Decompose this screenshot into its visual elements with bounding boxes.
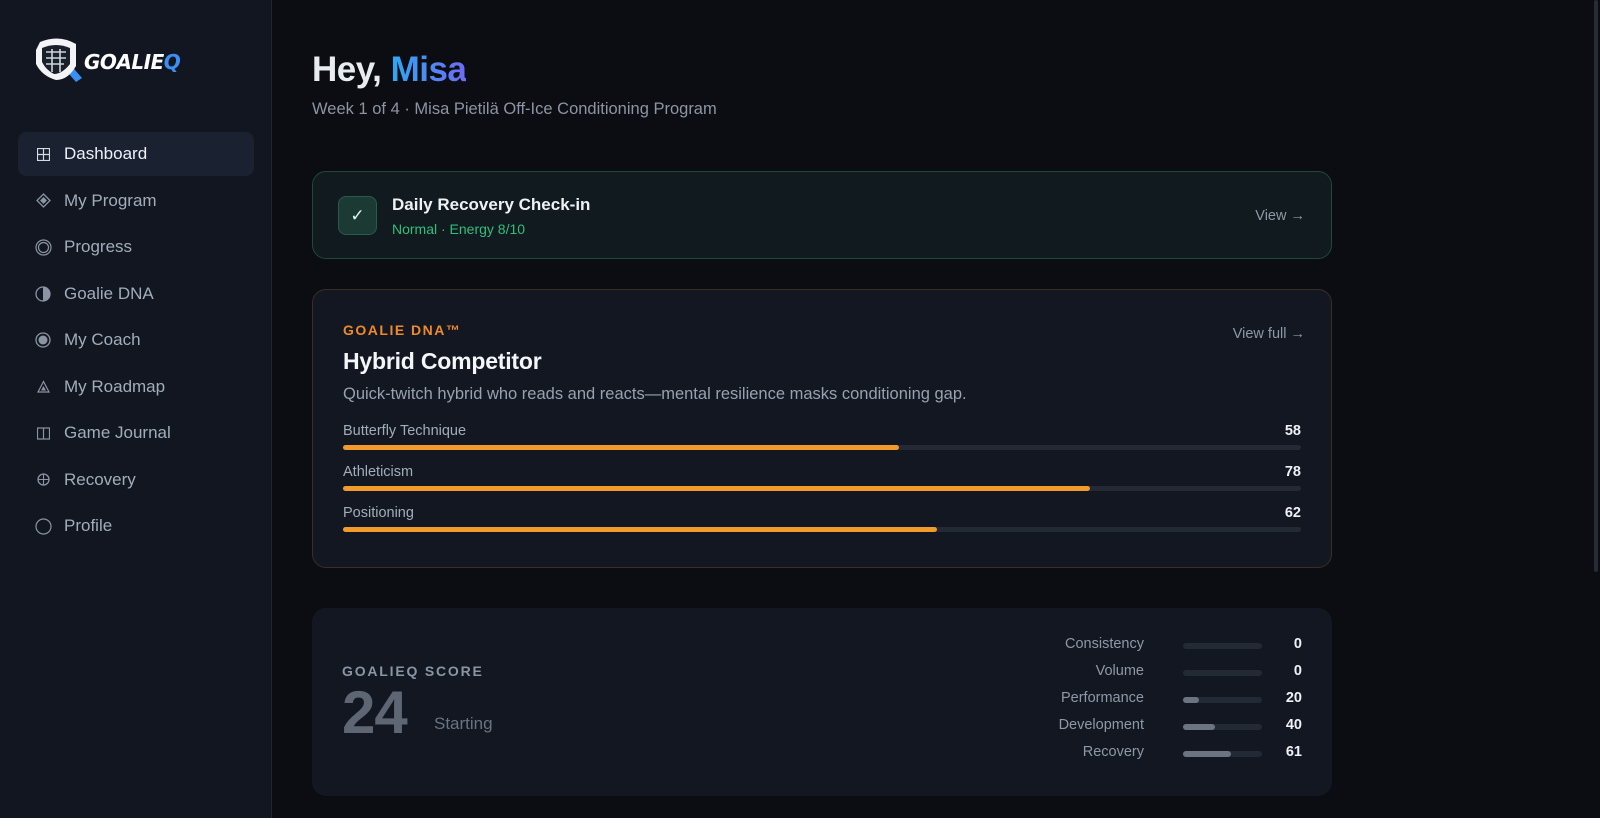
- sidebar-item-label: Progress: [64, 237, 133, 256]
- dna-profile-title: Hybrid Competitor: [343, 348, 542, 374]
- score-metrics: Consistency 0 Volume 0 Performance 20 De…: [1002, 635, 1302, 770]
- metric-bar-fill: [1183, 697, 1199, 703]
- sidebar-item-my-roadmap[interactable]: My Roadmap: [18, 365, 254, 409]
- trait-bar-fill: [343, 445, 899, 450]
- metric-row: Development 40: [1002, 716, 1302, 743]
- metric-value: 20: [1285, 690, 1302, 706]
- sidebar-item-label: My Coach: [64, 330, 141, 349]
- recovery-icon: [34, 471, 52, 489]
- trait-bar-fill: [343, 527, 937, 532]
- metric-bar-track: [1183, 697, 1262, 703]
- metric-name: Recovery: [1082, 744, 1144, 760]
- trait-bar-fill: [343, 486, 1091, 491]
- trait-bar-track: [343, 445, 1301, 450]
- checkin-status: Normal · Energy 8/10: [392, 221, 526, 237]
- checkmark-icon: ✓: [338, 196, 377, 235]
- dna-view-full-link[interactable]: View full →: [1233, 326, 1305, 342]
- sidebar-nav: Dashboard My Program Progress Goalie DNA…: [18, 132, 254, 551]
- checkin-view-link[interactable]: View →: [1255, 208, 1305, 224]
- dna-description: Quick-twitch hybrid who reads and reacts…: [343, 385, 967, 403]
- metric-bar-track: [1183, 724, 1262, 730]
- trait-bar-track: [343, 486, 1301, 491]
- metric-value: 40: [1285, 717, 1302, 733]
- sidebar: GOALIEQ Dashboard My Program Progress Go…: [0, 0, 272, 818]
- metric-name: Volume: [1095, 663, 1144, 679]
- recovery-checkin-card[interactable]: ✓ Daily Recovery Check-in Normal · Energ…: [312, 171, 1332, 259]
- trait-value: 62: [1284, 505, 1301, 521]
- metric-value: 61: [1285, 744, 1302, 760]
- profile-icon: [34, 517, 52, 535]
- program-subtitle: Week 1 of 4 · Misa Pietilä Off-Ice Condi…: [312, 100, 717, 118]
- grid-icon: [34, 145, 52, 163]
- score-value: 24: [342, 679, 408, 746]
- trait-name: Positioning: [343, 505, 414, 521]
- sidebar-item-label: Goalie DNA: [64, 283, 154, 303]
- sidebar-item-my-program[interactable]: My Program: [18, 179, 254, 223]
- metric-value: 0: [1293, 636, 1302, 652]
- journal-icon: [34, 424, 52, 442]
- metric-row: Performance 20: [1002, 689, 1302, 716]
- sidebar-item-profile[interactable]: Profile: [18, 504, 254, 548]
- metric-value: 0: [1293, 663, 1302, 679]
- scrollbar-thumb[interactable]: [1594, 0, 1598, 572]
- sidebar-item-label: Recovery: [64, 469, 136, 489]
- user-name: Misa: [390, 50, 467, 89]
- triangle-icon: [34, 378, 52, 396]
- dna-section-label: GOALIE DNA™: [343, 322, 462, 338]
- metric-name: Performance: [1060, 690, 1144, 706]
- half-circle-icon: [34, 285, 52, 303]
- sidebar-item-label: My Roadmap: [64, 376, 166, 396]
- goalieq-score-card: GOALIEQ SCORE 24 Starting Consistency 0 …: [312, 608, 1332, 796]
- diamond-icon: [34, 192, 52, 210]
- checkin-title: Daily Recovery Check-in: [392, 195, 591, 214]
- sidebar-item-my-coach[interactable]: My Coach: [18, 318, 254, 362]
- metric-bar-track: [1183, 643, 1262, 649]
- metric-row: Consistency 0: [1002, 635, 1302, 662]
- ring-icon: [34, 238, 52, 256]
- sidebar-item-label: My Program: [64, 190, 157, 210]
- sidebar-item-game-journal[interactable]: Game Journal: [18, 411, 254, 455]
- goalie-mask-icon: [32, 36, 86, 86]
- sidebar-item-label: Profile: [64, 516, 113, 535]
- goalie-dna-card: GOALIE DNA™ View full → Hybrid Competito…: [312, 289, 1332, 568]
- trait-value: 78: [1284, 464, 1301, 480]
- metric-row: Recovery 61: [1002, 743, 1302, 770]
- metric-name: Development: [1058, 717, 1144, 733]
- sidebar-item-dashboard[interactable]: Dashboard: [18, 132, 254, 176]
- score-status: Starting: [434, 714, 493, 733]
- metric-bar-fill: [1183, 751, 1232, 757]
- metric-bar-track: [1183, 670, 1262, 676]
- metric-name: Consistency: [1065, 636, 1144, 652]
- trait-bar-track: [343, 527, 1301, 532]
- sidebar-item-recovery[interactable]: Recovery: [18, 458, 254, 502]
- page-title: Hey, Misa: [312, 50, 467, 89]
- trait-value: 58: [1284, 423, 1301, 439]
- app-logo[interactable]: GOALIEQ: [32, 36, 181, 86]
- target-icon: [34, 331, 52, 349]
- trait-name: Butterfly Technique: [343, 423, 467, 439]
- sidebar-item-label: Dashboard: [64, 144, 148, 163]
- page-scrollbar[interactable]: [1592, 0, 1600, 818]
- app-wordmark: GOALIEQ: [84, 50, 181, 74]
- metric-row: Volume 0: [1002, 662, 1302, 689]
- sidebar-item-progress[interactable]: Progress: [18, 225, 254, 269]
- sidebar-item-goalie-dna[interactable]: Goalie DNA: [18, 272, 254, 316]
- metric-bar-fill: [1183, 724, 1215, 730]
- score-label: GOALIEQ SCORE: [342, 663, 484, 679]
- metric-bar-track: [1183, 751, 1262, 757]
- trait-name: Athleticism: [343, 464, 414, 480]
- sidebar-item-label: Game Journal: [64, 423, 171, 442]
